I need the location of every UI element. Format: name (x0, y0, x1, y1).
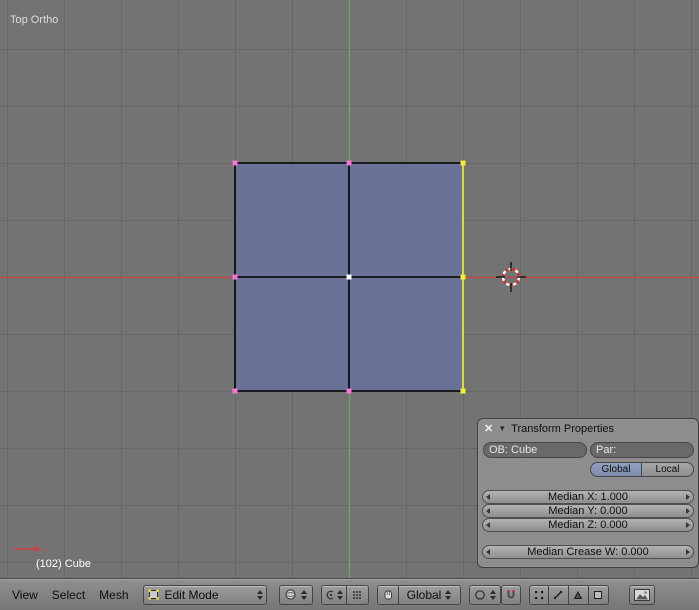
mode-dropdown-label: Edit Mode (164, 587, 219, 602)
median-x-slider[interactable]: Median X: 1.000 (482, 490, 694, 504)
hand-icon (384, 590, 392, 600)
editmode-cube-icon (148, 589, 159, 600)
pivot-center-icon (326, 590, 333, 599)
menu-mesh[interactable]: Mesh (99, 588, 128, 602)
collapse-icon[interactable]: ▼ (498, 419, 506, 439)
menu-select[interactable]: Select (52, 588, 85, 602)
grid-dots-icon (353, 590, 361, 599)
circle-falloff-icon (474, 589, 485, 600)
pivot-dropdown[interactable] (320, 584, 347, 605)
select-mode-vertex-button[interactable] (528, 584, 549, 605)
draw-type-dropdown[interactable] (278, 584, 313, 605)
manipulator-hand-toggle[interactable] (376, 584, 399, 605)
median-crease-value: Median Crease W: 0.000 (527, 546, 649, 558)
image-icon (634, 588, 650, 601)
render-preview-button[interactable] (629, 584, 655, 605)
vertex-select-icon (534, 590, 543, 599)
occlude-geometry-button[interactable] (588, 584, 609, 605)
edge-select-icon (553, 590, 563, 599)
parent-field[interactable]: Par: (590, 442, 694, 458)
stepper-arrows-icon (256, 589, 263, 600)
selected-vertex (460, 160, 466, 166)
axis-x-label: x (44, 545, 49, 556)
selected-vertex (460, 274, 466, 280)
selected-vertex (460, 388, 466, 394)
decrease-arrow-icon[interactable] (486, 549, 490, 555)
median-y-slider[interactable]: Median Y: 0.000 (482, 504, 694, 518)
panel-title: Transform Properties (511, 423, 615, 435)
proportional-edit-dropdown[interactable] (468, 584, 501, 605)
magnet-icon (506, 589, 515, 598)
mode-dropdown[interactable]: Edit Mode (142, 584, 267, 605)
local-button[interactable]: Local (641, 462, 694, 477)
stepper-arrows-icon (301, 589, 307, 600)
viewport-header: View Select Mesh Edit Mode Global (0, 578, 699, 610)
blender-window: x Top Ortho (102) Cube ✕ ▼ Transform Pro… (0, 0, 699, 610)
close-icon[interactable]: ✕ (484, 419, 493, 439)
select-mode-edge-button[interactable] (548, 584, 569, 605)
increase-arrow-icon[interactable] (686, 549, 690, 555)
ob-name-field[interactable]: OB: Cube (483, 442, 587, 458)
median-z-slider[interactable]: Median Z: 0.000 (482, 518, 694, 532)
orientation-dropdown[interactable]: Global (398, 584, 461, 605)
active-object-label: (102) Cube (36, 558, 91, 570)
occlude-cube-icon (594, 590, 602, 599)
stepper-arrows-icon (489, 589, 496, 600)
median-x-value: Median X: 1.000 (547, 491, 629, 503)
decrease-arrow-icon[interactable] (486, 508, 490, 514)
face-select-icon (573, 590, 583, 599)
manipulator-toggle[interactable] (346, 584, 369, 605)
stepper-arrows-icon (336, 589, 343, 600)
sphere-icon (285, 589, 296, 600)
stepper-arrows-icon (445, 589, 452, 600)
decrease-arrow-icon[interactable] (486, 522, 490, 528)
panel-header[interactable]: ✕ ▼ Transform Properties (478, 419, 698, 439)
snap-toggle[interactable] (500, 584, 521, 605)
decrease-arrow-icon[interactable] (486, 494, 490, 500)
orientation-dropdown-label: Global (406, 587, 442, 602)
median-crease-slider[interactable]: Median Crease W: 0.000 (482, 545, 694, 559)
increase-arrow-icon[interactable] (686, 508, 690, 514)
transform-properties-panel[interactable]: ✕ ▼ Transform Properties OB: Cube Par: G… (477, 418, 699, 568)
global-button[interactable]: Global (590, 462, 642, 477)
median-y-value: Median Y: 0.000 (548, 505, 628, 517)
select-mode-face-button[interactable] (568, 584, 589, 605)
view-mode-label: Top Ortho (10, 14, 58, 26)
increase-arrow-icon[interactable] (686, 522, 690, 528)
increase-arrow-icon[interactable] (686, 494, 690, 500)
menu-view[interactable]: View (12, 588, 38, 602)
median-z-value: Median Z: 0.000 (548, 519, 628, 531)
active-vertex (346, 274, 352, 280)
